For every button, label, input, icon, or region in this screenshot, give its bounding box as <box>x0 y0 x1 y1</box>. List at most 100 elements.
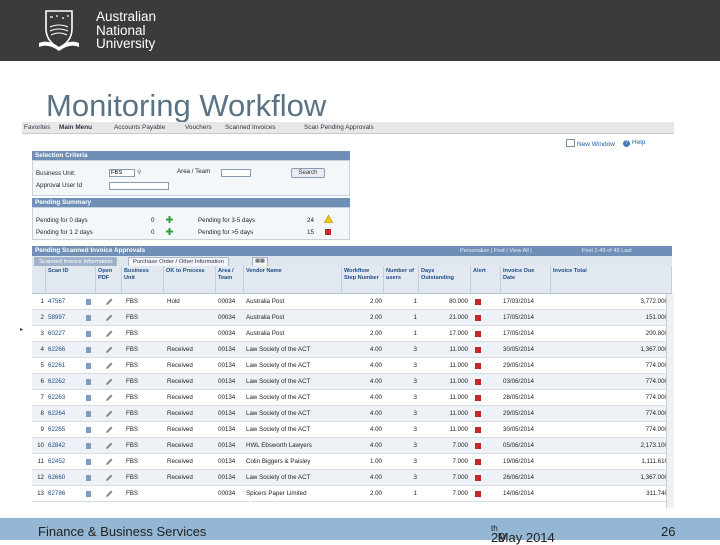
scan-lookup-icon[interactable] <box>86 379 91 385</box>
cell-users: 3 <box>413 394 417 401</box>
breadcrumb-accounts-payable[interactable]: Accounts Payable <box>114 124 165 131</box>
table-row[interactable]: 4 62266 FBS Received 00134 Law Society of the… <box>32 342 672 358</box>
col-header-open-pdf[interactable]: Open PDF <box>96 266 122 294</box>
col-header-rownum <box>32 266 46 294</box>
col-header-alert[interactable]: Alert <box>471 266 501 294</box>
col-header-days-outstanding[interactable]: Days Outstanding <box>419 266 471 294</box>
scan-lookup-icon[interactable] <box>86 363 91 369</box>
cell-scan[interactable]: 62786 <box>48 486 88 502</box>
scan-lookup-icon[interactable] <box>86 347 91 353</box>
open-pdf-pencil-icon[interactable] <box>105 410 113 418</box>
cell-scan[interactable]: 62261 <box>48 358 88 374</box>
breadcrumb-scan-pending[interactable]: Scan Pending Approvals <box>304 124 374 131</box>
new-window-link[interactable]: New Window <box>566 139 615 148</box>
cell-total: 2,173.100 <box>640 442 668 449</box>
cell-bu: FBS <box>126 394 139 401</box>
cell-days: 80.000 <box>449 298 468 305</box>
cell-scan[interactable]: 60227 <box>48 326 88 342</box>
table-row[interactable]: 10 62842 FBS Received 00134 HWL Ebsworth Lawy… <box>32 438 672 454</box>
open-pdf-pencil-icon[interactable] <box>105 330 113 338</box>
cell-days: 11.000 <box>449 426 468 433</box>
table-row[interactable]: 9 62265 FBS Received 00134 Law Society of the… <box>32 422 672 438</box>
col-header-invoice-due-date[interactable]: Invoice Due Date <box>501 266 551 294</box>
col-header-business-unit[interactable]: Business Unit <box>122 266 164 294</box>
cell-scan[interactable]: 62266 <box>48 342 88 358</box>
breadcrumb-favorites[interactable]: Favorites <box>24 124 50 131</box>
grid-toolbar-links[interactable]: Personalize | Find | View All | <box>460 248 532 254</box>
approval-user-label: Approval User Id <box>36 182 83 189</box>
scan-lookup-icon[interactable] <box>86 331 91 337</box>
business-unit-input[interactable] <box>109 169 135 177</box>
help-link[interactable]: ? Help <box>623 139 645 147</box>
open-pdf-pencil-icon[interactable] <box>105 426 113 434</box>
table-scrollbar[interactable] <box>666 294 674 508</box>
table-row[interactable]: 5 62261 FBS Received 00134 Law Society of the… <box>32 358 672 374</box>
table-row[interactable]: 13 62786 FBS 00034 Spicers Paper Limited 2.00… <box>32 486 672 502</box>
scan-lookup-icon[interactable] <box>86 443 91 449</box>
scan-lookup-icon[interactable] <box>86 459 91 465</box>
cell-scan[interactable]: 62265 <box>48 422 88 438</box>
open-pdf-pencil-icon[interactable] <box>105 362 113 370</box>
col-header-vendor-name[interactable]: Vendor Name <box>244 266 342 294</box>
cell-n: 12 <box>37 474 44 481</box>
open-pdf-pencil-icon[interactable] <box>105 458 113 466</box>
cell-ok: Received <box>167 442 193 449</box>
cell-scan[interactable]: 62262 <box>48 374 88 390</box>
grid-pager[interactable]: First 1-49 of 49 Last <box>582 248 632 254</box>
open-pdf-pencil-icon[interactable] <box>105 298 113 306</box>
cell-scan[interactable]: 62263 <box>48 390 88 406</box>
cell-n: 13 <box>37 490 44 497</box>
col-header-number-of-users[interactable]: Number of users <box>384 266 419 294</box>
cell-scan[interactable]: 62264 <box>48 406 88 422</box>
cell-scan[interactable]: 62452 <box>48 454 88 470</box>
alert-red-icon <box>475 379 481 385</box>
col-header-scan-id[interactable]: Scan ID <box>46 266 96 294</box>
col-header-invoice-total[interactable]: Invoice Total <box>551 266 672 294</box>
open-pdf-pencil-icon[interactable] <box>105 378 113 386</box>
cell-scan[interactable]: 62842 <box>48 438 88 454</box>
scan-lookup-icon[interactable] <box>86 395 91 401</box>
tab-scanned-invoice-info[interactable]: Scanned Invoice Information <box>34 257 118 266</box>
table-row[interactable]: 7 62263 FBS Received 00134 Law Society of the… <box>32 390 672 406</box>
table-row[interactable]: 3 60227 FBS 00034 Australia Post 2.00 1 17.000 1… <box>32 326 672 342</box>
area-team-label: Area / Team <box>177 168 211 175</box>
open-pdf-pencil-icon[interactable] <box>105 314 113 322</box>
cell-scan[interactable]: 47567 <box>48 294 88 310</box>
scan-lookup-icon[interactable] <box>86 427 91 433</box>
table-row[interactable]: 6 62262 FBS Received 00134 Law Society of the… <box>32 374 672 390</box>
table-row[interactable]: 2 58997 FBS 00034 Australia Post 2.00 1 21.000 1… <box>32 310 672 326</box>
table-row[interactable]: 8 62264 FBS Received 00134 Law Society of the… <box>32 406 672 422</box>
embedded-screenshot: Favorites Main Menu Accounts Payable Vou… <box>22 122 674 508</box>
scan-lookup-icon[interactable] <box>86 491 91 497</box>
table-row[interactable]: 11 62452 FBS Received 00134 Colin Biggers & P… <box>32 454 672 470</box>
cell-scan[interactable]: 62660 <box>48 470 88 486</box>
open-pdf-pencil-icon[interactable] <box>105 474 113 482</box>
breadcrumb-scanned-invoices[interactable]: Scanned Invoices <box>225 124 275 131</box>
open-pdf-pencil-icon[interactable] <box>105 346 113 354</box>
cell-step: 4.00 <box>369 442 382 449</box>
scan-lookup-icon[interactable] <box>86 411 91 417</box>
scan-lookup-icon[interactable] <box>86 299 91 305</box>
cell-bu: FBS <box>126 442 139 449</box>
area-team-input[interactable] <box>221 169 251 177</box>
table-row[interactable]: 1 47567 FBS Hold 00034 Australia Post 2.00 1 80.… <box>32 294 672 310</box>
breadcrumb-vouchers[interactable]: Vouchers <box>185 124 212 131</box>
col-header-ok-to-process[interactable]: OK to Process <box>164 266 216 294</box>
cell-due: 26/06/2014 <box>503 474 534 481</box>
approval-user-input[interactable] <box>109 182 169 190</box>
col-header-area-team[interactable]: Area / Team <box>216 266 244 294</box>
alert-red-icon <box>475 299 481 305</box>
search-button[interactable]: Search <box>291 168 325 178</box>
scan-lookup-icon[interactable] <box>86 315 91 321</box>
col-header-workflow-step[interactable]: Workflow Step Number <box>342 266 384 294</box>
scan-lookup-icon[interactable] <box>86 475 91 481</box>
lookup-icon[interactable]: ⚲ <box>137 169 141 176</box>
table-row[interactable]: 12 62660 FBS Received 00134 Law Society of th… <box>32 470 672 486</box>
open-pdf-pencil-icon[interactable] <box>105 490 113 498</box>
breadcrumb-main-menu[interactable]: Main Menu <box>59 124 92 131</box>
cell-ok: Received <box>167 426 193 433</box>
tab-purchase-order-info[interactable]: Purchase Order / Other Information <box>128 257 229 266</box>
open-pdf-pencil-icon[interactable] <box>105 442 113 450</box>
cell-scan[interactable]: 58997 <box>48 310 88 326</box>
open-pdf-pencil-icon[interactable] <box>105 394 113 402</box>
